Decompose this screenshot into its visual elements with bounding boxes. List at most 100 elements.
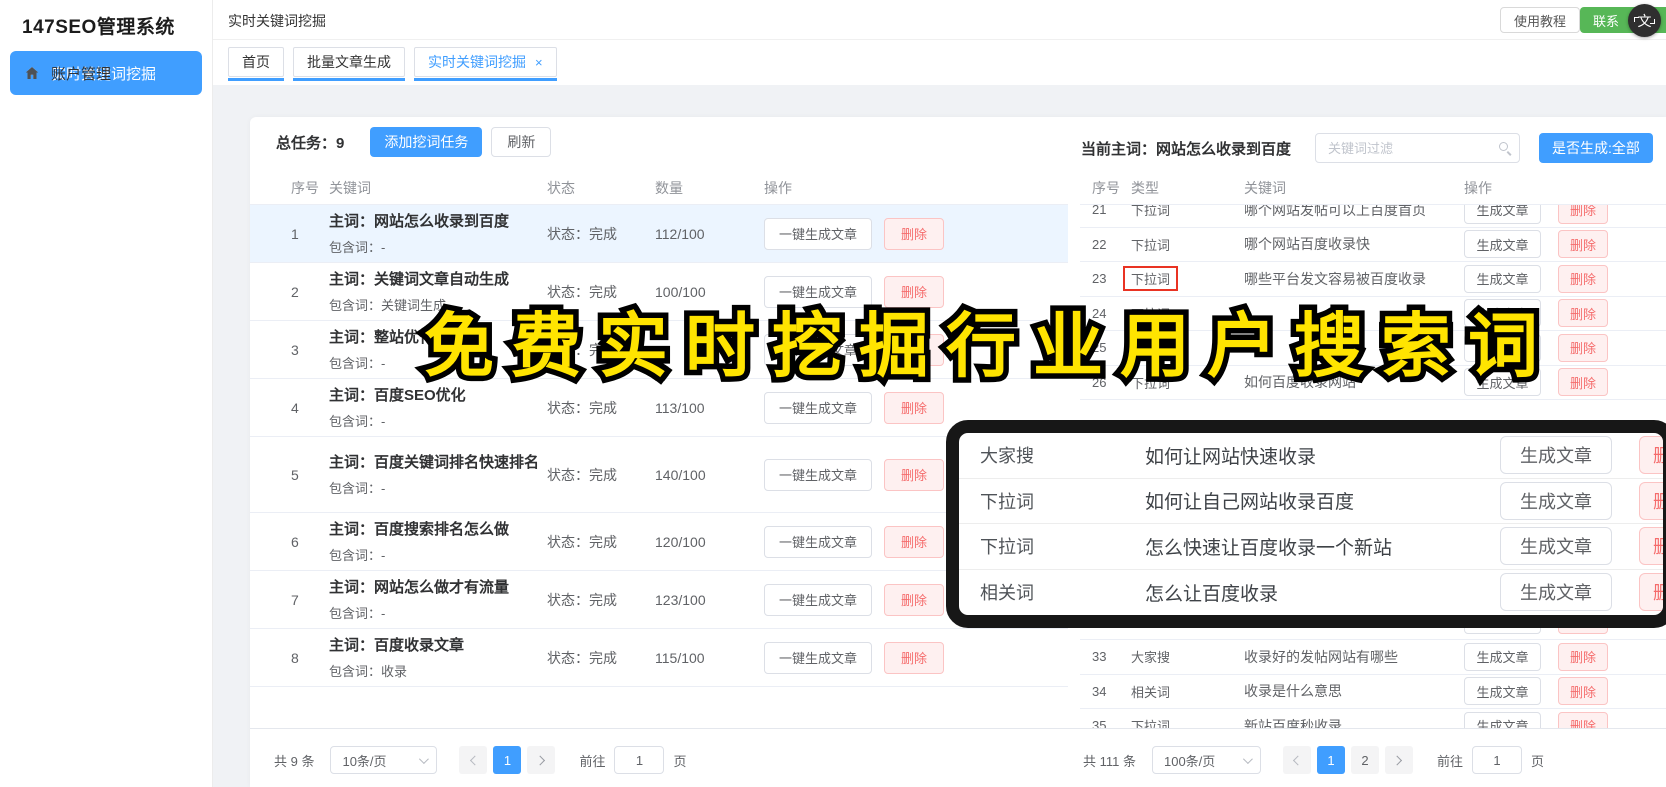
left-table-header: 序号 关键词 状态 数量 操作 [250, 172, 1068, 205]
delete-button[interactable]: 删除 [1558, 368, 1608, 397]
task-row[interactable]: 8 主词：百度收录文章 包含词：收录 状态：完成 115/100 一键生成文章 … [250, 629, 1068, 687]
task-include-words: 包含词：收录 [329, 663, 408, 679]
delete-button[interactable]: 删除 [1558, 677, 1608, 706]
keyword-row[interactable]: 33 大家搜 收录好的发帖网站有哪些 生成文章 删除 [1080, 640, 1666, 675]
delete-button[interactable]: 删除 [1558, 264, 1608, 293]
delete-button[interactable]: 删除 [1558, 642, 1608, 671]
generate-article-button[interactable]: 生成文章 [1464, 368, 1541, 397]
generate-article-button[interactable]: 一键生成文章 [764, 525, 872, 558]
generate-article-button[interactable]: 生成文章 [1464, 264, 1541, 293]
app-logo: 147SEO管理系统 [22, 17, 175, 38]
keyword-row[interactable]: 26 下拉词 如何百度收录网站 生成文章 删除 [1080, 366, 1666, 400]
sidebar-item[interactable]: 账户管理 [10, 51, 202, 95]
delete-button[interactable]: 删除 [884, 458, 944, 491]
generate-article-button[interactable]: 生成文章 [1464, 230, 1541, 259]
delete-button[interactable]: 删除 [884, 641, 944, 674]
keyword-type-cell: 相关词 [1131, 682, 1244, 701]
delete-button[interactable]: 删除 [884, 391, 944, 424]
prev-page-button[interactable] [459, 746, 488, 774]
task-no: 7 [291, 591, 299, 608]
task-qty: 120/100 [655, 533, 706, 550]
generate-article-button[interactable]: 生成文章 [1464, 205, 1541, 224]
generate-article-button[interactable]: 生成文章 [1500, 436, 1612, 475]
delete-button[interactable]: 删除 [884, 275, 944, 308]
generate-article-button[interactable]: 生成文章 [1500, 527, 1612, 566]
task-status: 状态：完成 [547, 466, 617, 483]
keyword-type-cell: 下拉词 [1131, 304, 1244, 323]
generate-article-button[interactable]: 生成文章 [1500, 481, 1612, 520]
generate-article-button[interactable]: 生成文章 [1464, 677, 1541, 706]
generate-article-button[interactable]: 一键生成文章 [764, 333, 872, 366]
generate-article-button[interactable]: 生成文章 [1464, 299, 1541, 328]
page-number-button[interactable]: 2 [1350, 746, 1379, 774]
delete-button[interactable]: 删除 [1639, 436, 1663, 475]
current-main-word: 当前主词：网站怎么收录到百度 [1081, 141, 1292, 158]
task-row[interactable]: 2 主词：关键词文章自动生成 包含词：关键词生成 状态：完成 100/100 一… [250, 263, 1068, 321]
next-page-button[interactable] [527, 746, 556, 774]
keyword-row[interactable]: 25 大家搜 生成文章 删除 [1080, 331, 1666, 366]
col-ops: 操作 [1464, 180, 1492, 196]
generate-article-button[interactable]: 生成文章 [1464, 711, 1541, 728]
goto-page-input[interactable] [614, 746, 665, 774]
delete-button[interactable]: 删除 [1558, 205, 1608, 224]
keyword-row[interactable]: 35 下拉词 新站百度秒收录 生成文章 删除 [1080, 709, 1666, 728]
keyword-row[interactable]: 34 相关词 收录是什么意思 生成文章 删除 [1080, 675, 1666, 709]
page-number-button[interactable]: 1 [1316, 746, 1345, 774]
page-size-select[interactable]: 10条/页 [330, 746, 438, 774]
page-unit-label: 页 [673, 753, 687, 769]
tab[interactable]: 批量文章生成 × [293, 47, 405, 81]
generate-article-button[interactable]: 一键生成文章 [764, 275, 872, 308]
page-number-button[interactable]: 1 [493, 746, 522, 774]
keyword-type-cell: 下拉词 [1123, 266, 1244, 292]
delete-button[interactable]: 删除 [1639, 573, 1663, 612]
task-qty: 140/100 [655, 466, 706, 483]
delete-button[interactable]: 删除 [884, 583, 944, 616]
delete-button[interactable]: 删除 [884, 217, 944, 250]
keyword-row[interactable]: 21 下拉词 哪个网站发帖可以上百度首页 生成文章 删除 [1080, 205, 1666, 228]
tab[interactable]: 首页 × [228, 47, 284, 81]
keyword-row[interactable]: 23 下拉词 哪些平台发文容易被百度收录 生成文章 删除 [1080, 262, 1666, 297]
delete-button[interactable]: 删除 [1558, 711, 1608, 728]
task-qty: 113/100 [655, 399, 705, 416]
task-row[interactable]: 4 主词：百度SEO优化 包含词：- 状态：完成 113/100 一键生成文章 … [250, 379, 1068, 437]
generate-article-button[interactable]: 一键生成文章 [764, 217, 872, 250]
prev-page-button[interactable] [1282, 746, 1311, 774]
generate-article-button[interactable]: 一键生成文章 [764, 583, 872, 616]
tab-label: 首页 [242, 54, 270, 70]
generate-article-button[interactable]: 一键生成文章 [764, 391, 872, 424]
goto-label: 前往 [579, 753, 606, 769]
keyword-row[interactable]: 24 下拉词 生成文章 删除 [1080, 297, 1666, 331]
task-no: 3 [291, 341, 299, 358]
generate-article-button[interactable]: 生成文章 [1464, 642, 1541, 671]
goto-page-input[interactable] [1472, 746, 1522, 774]
delete-button[interactable]: 删除 [1558, 299, 1608, 328]
delete-button[interactable]: 删除 [1558, 230, 1608, 259]
col-keyword: 关键词 [329, 180, 371, 196]
task-row[interactable]: 1 主词：网站怎么收录到百度 包含词：- 状态：完成 112/100 一键生成文… [250, 205, 1068, 263]
keyword-filter-input[interactable] [1315, 133, 1520, 163]
delete-button[interactable]: 删除 [1639, 481, 1663, 520]
generate-article-button[interactable]: 生成文章 [1464, 333, 1541, 362]
tab[interactable]: 实时关键词挖掘 × [414, 47, 557, 81]
refresh-button[interactable]: 刷新 [491, 127, 552, 157]
generate-article-button[interactable]: 生成文章 [1500, 573, 1612, 612]
next-page-button[interactable] [1384, 746, 1413, 774]
help-button[interactable]: 使用教程 [1499, 7, 1580, 33]
delete-button[interactable]: 删除 [1558, 333, 1608, 362]
keyword-row[interactable]: 22 下拉词 哪个网站百度收录快 生成文章 删除 [1080, 228, 1666, 262]
tab-close-icon[interactable]: × [535, 55, 543, 70]
generate-all-button[interactable]: 是否生成:全部 [1539, 133, 1653, 163]
page-size-select[interactable]: 100条/页 [1151, 746, 1261, 774]
col-qty: 数量 [655, 180, 683, 196]
generate-article-button[interactable]: 一键生成文章 [764, 458, 872, 491]
generate-article-button[interactable]: 一键生成文章 [764, 641, 872, 674]
keyword-text: 哪个网站百度收录快 [1244, 236, 1370, 253]
tab-label: 批量文章生成 [307, 54, 391, 70]
delete-button[interactable]: 删除 [884, 333, 944, 366]
delete-button[interactable]: 删除 [884, 525, 944, 558]
delete-button[interactable]: 删除 [1639, 527, 1663, 566]
task-row[interactable]: 3 主词：整站优化 包含词：- 状态：完成 一键生成文章 删除 [250, 321, 1068, 379]
task-no: 2 [291, 283, 299, 300]
translate-icon[interactable]: 文 [1628, 4, 1661, 37]
add-task-button[interactable]: 添加挖词任务 [370, 127, 483, 157]
